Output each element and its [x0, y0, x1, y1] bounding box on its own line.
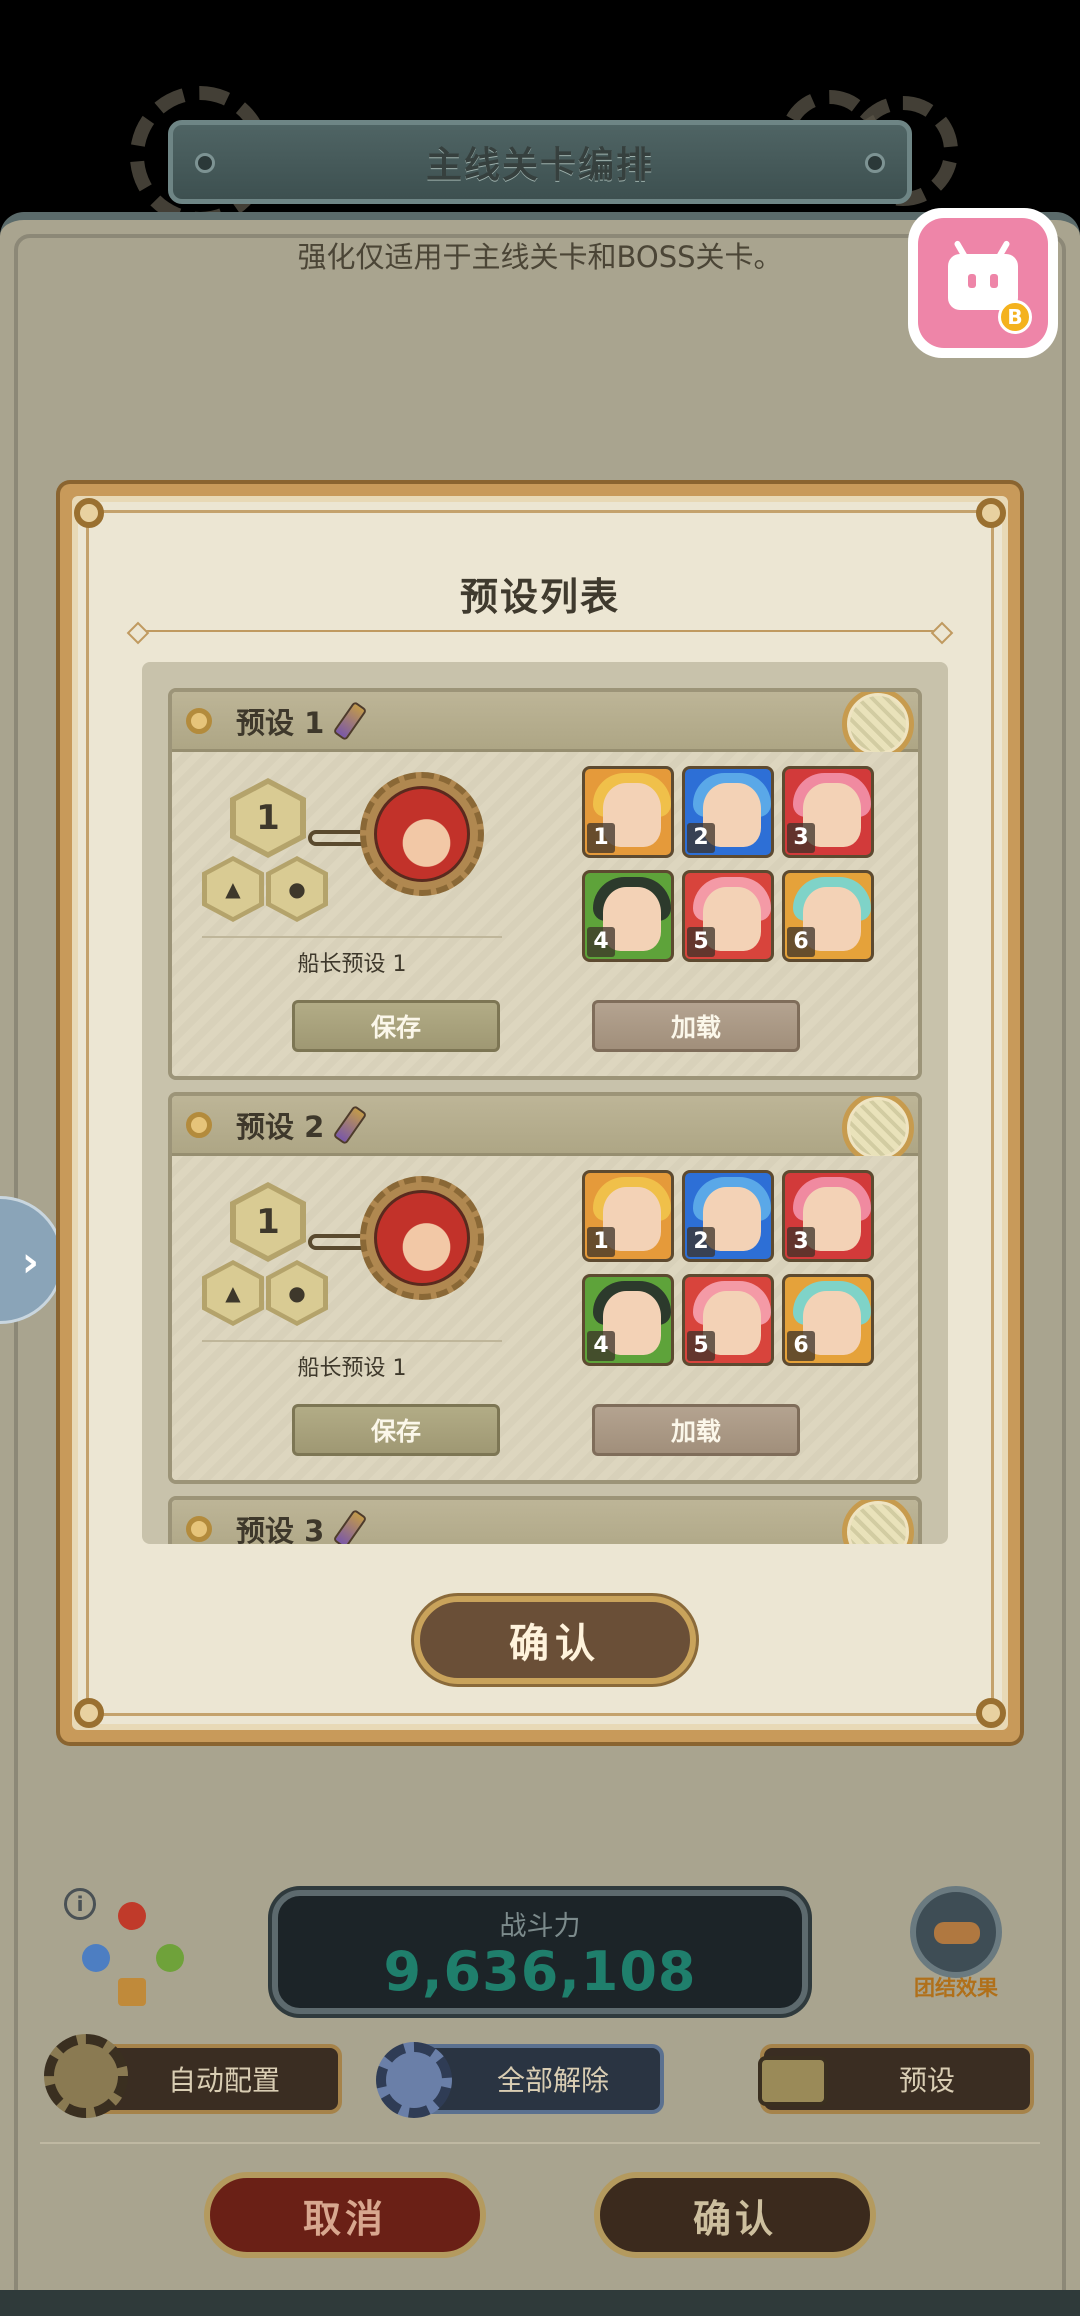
- save-preset-button[interactable]: 保存: [292, 1000, 500, 1052]
- preset-emblem-icon[interactable]: [842, 692, 914, 760]
- hero-slot: 4: [582, 870, 674, 962]
- edit-pen-icon[interactable]: [332, 1104, 368, 1145]
- preset-header: 预设 3: [172, 1500, 918, 1544]
- load-preset-button[interactable]: 加载: [592, 1000, 800, 1052]
- preset-body: 1 ▲ ● 船长预设 1 1 2 3 4 5 6 保存 加载: [172, 1156, 918, 1480]
- preset-list-modal-body: 预设列表 预设 1 1 ▲ ● 船长预设 1 1 2 3 4 5 6 保存 加载…: [72, 496, 1008, 1730]
- preset-card: 预设 1 1 ▲ ● 船长预设 1 1 2 3 4 5 6 保存 加载: [168, 688, 922, 1080]
- captain-level: 1: [236, 1188, 300, 1256]
- corner-rivet-icon: [74, 1698, 104, 1728]
- gear-icon: [44, 2034, 128, 2118]
- fire-element-icon: [118, 1902, 146, 1930]
- preset-label: 预设: [898, 2064, 955, 2097]
- handshake-icon: [910, 1886, 1002, 1978]
- captain-level-hex: 1: [230, 778, 306, 858]
- preset-emblem-icon[interactable]: [842, 1500, 914, 1544]
- wind-element-icon: [156, 1944, 184, 1972]
- page-title: 主线关卡编排: [425, 145, 654, 186]
- title-divider: [136, 630, 944, 632]
- earth-element-icon: [118, 1978, 146, 2006]
- orb-slot-icon: ●: [266, 1260, 328, 1326]
- captain-portrait: [360, 772, 484, 896]
- orb-slot-icon: ●: [266, 856, 328, 922]
- cancel-button[interactable]: 取消: [204, 2172, 486, 2258]
- load-preset-button[interactable]: 加载: [592, 1404, 800, 1456]
- preset-card: 预设 2 1 ▲ ● 船长预设 1 1 2 3 4 5 6 保存 加载: [168, 1092, 922, 1484]
- hero-slot: 3: [782, 1170, 874, 1262]
- weapon-slot-icon: ▲: [202, 856, 264, 922]
- gear-icon: [186, 1515, 212, 1542]
- hero-slot: 5: [682, 1274, 774, 1366]
- union-effect-button[interactable]: 团结效果: [900, 1886, 1012, 2006]
- header-plate: 主线关卡编排: [168, 120, 912, 204]
- auto-config-label: 自动配置: [167, 2064, 280, 2097]
- preset-header: 预设 1: [172, 692, 918, 760]
- captain-level-hex: 1: [230, 1182, 306, 1262]
- coin-icon: B: [998, 300, 1032, 334]
- swap-arrows-icon: [758, 2056, 828, 2106]
- corner-rivet-icon: [74, 498, 104, 528]
- preset-name: 预设 2: [236, 1109, 325, 1144]
- gear-icon: [186, 1111, 212, 1138]
- hero-slot: 5: [682, 870, 774, 962]
- captain-preset-label: 船长预设 1: [202, 1340, 502, 1382]
- combat-power-label: 战斗力: [499, 1911, 581, 1942]
- preset-header: 预设 2: [172, 1096, 918, 1164]
- bilibili-tv-icon: B: [918, 218, 1048, 348]
- hero-slot: 6: [782, 1274, 874, 1366]
- hero-slot: 1: [582, 1170, 674, 1262]
- preset-name: 预设 3: [236, 1513, 325, 1545]
- auto-config-button[interactable]: 自动配置: [44, 2034, 342, 2118]
- weapon-slot-icon: ▲: [202, 1260, 264, 1326]
- confirm-formation-button[interactable]: 确认: [594, 2172, 876, 2258]
- modal-title: 预设列表: [459, 575, 620, 619]
- edit-pen-icon[interactable]: [332, 700, 368, 741]
- swirl-icon: [376, 2042, 452, 2118]
- save-preset-button[interactable]: 保存: [292, 1404, 500, 1456]
- corner-rivet-icon: [976, 1698, 1006, 1728]
- modal-confirm-button[interactable]: 确认: [414, 1596, 696, 1684]
- captain-preset-label: 船长预设 1: [202, 936, 502, 978]
- hero-slot: 2: [682, 1170, 774, 1262]
- bottom-strip: [0, 2290, 1080, 2316]
- gear-icon: [186, 707, 212, 734]
- divider: [40, 2142, 1040, 2144]
- corner-rivet-icon: [976, 498, 1006, 528]
- release-all-label: 全部解除: [496, 2064, 609, 2097]
- element-wheel-icon: [60, 1888, 200, 2008]
- captain-portrait: [360, 1176, 484, 1300]
- water-element-icon: [82, 1944, 110, 1972]
- preset-body: 1 ▲ ● 船长预设 1 1 2 3 4 5 6 保存 加载: [172, 752, 918, 1076]
- edit-pen-icon[interactable]: [332, 1508, 368, 1544]
- hero-slot: 2: [682, 766, 774, 858]
- preset-list[interactable]: 预设 1 1 ▲ ● 船长预设 1 1 2 3 4 5 6 保存 加载 预设 2…: [142, 662, 948, 1544]
- release-all-button[interactable]: 全部解除: [376, 2042, 664, 2118]
- preset-button[interactable]: 预设: [758, 2044, 1034, 2114]
- preset-list-modal: 预设列表 预设 1 1 ▲ ● 船长预设 1 1 2 3 4 5 6 保存 加载…: [60, 484, 1020, 1742]
- rivet-icon: [865, 153, 885, 173]
- captain-level: 1: [236, 784, 300, 852]
- combat-power-display: 战斗力 9,636,108: [272, 1890, 808, 2014]
- hero-slot: 6: [782, 870, 874, 962]
- preset-name: 预设 1: [236, 705, 325, 740]
- hero-slot: 4: [582, 1274, 674, 1366]
- rivet-icon: [195, 153, 215, 173]
- combat-power-value: 9,636,108: [383, 1940, 697, 2003]
- bilibili-floating-button[interactable]: B: [908, 208, 1058, 358]
- preset-card: 预设 3: [168, 1496, 922, 1544]
- preset-emblem-icon[interactable]: [842, 1096, 914, 1164]
- hero-slot: 1: [582, 766, 674, 858]
- chevron-right-icon: ›: [21, 1237, 39, 1286]
- hero-slot: 3: [782, 766, 874, 858]
